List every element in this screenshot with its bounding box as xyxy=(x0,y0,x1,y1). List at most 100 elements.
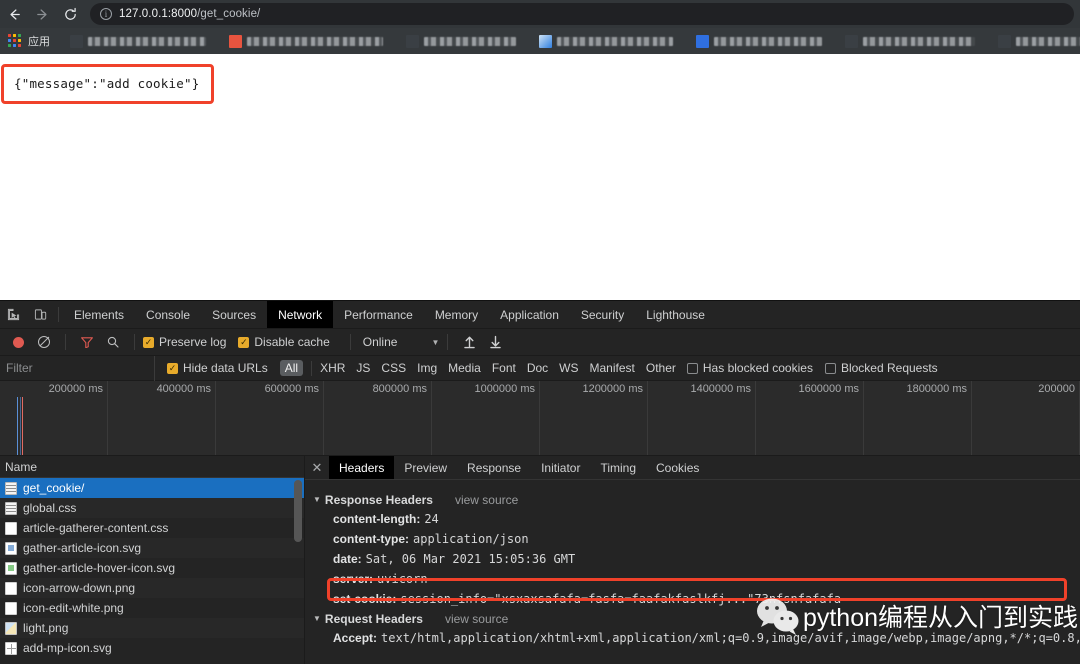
record-button-icon[interactable] xyxy=(5,329,31,355)
column-header-name: Name xyxy=(5,459,38,474)
header-value: text/html,application/xhtml+xml,applicat… xyxy=(381,631,1080,645)
page-info-icon[interactable]: i xyxy=(100,8,112,20)
table-row[interactable]: light.png xyxy=(0,618,304,638)
response-headers-section[interactable]: ▼ Response Headers view source xyxy=(305,490,1080,509)
timeline-tick-label: 1200000 ms xyxy=(582,383,643,395)
header-value: 24 xyxy=(424,512,439,526)
export-har-icon[interactable] xyxy=(482,329,508,355)
bookmark-item[interactable] xyxy=(539,28,676,54)
header-value: uvicorn xyxy=(377,572,428,586)
back-arrow-icon[interactable] xyxy=(0,0,28,28)
bookmark-item[interactable] xyxy=(998,28,1080,54)
throttling-value: Online xyxy=(362,335,398,349)
view-source-link[interactable]: view source xyxy=(445,612,508,626)
bookmark-item[interactable] xyxy=(696,28,825,54)
divider xyxy=(58,307,59,322)
tab-response[interactable]: Response xyxy=(457,456,531,479)
timeline-tick: 800000 ms xyxy=(324,381,432,455)
type-filter-manifest[interactable]: Manifest xyxy=(590,361,635,375)
type-filter-all[interactable]: All xyxy=(279,360,304,376)
request-headers-section[interactable]: ▼ Request Headers view source xyxy=(305,609,1080,628)
type-filter-ws[interactable]: WS xyxy=(559,361,578,375)
tab-application[interactable]: Application xyxy=(489,301,570,328)
close-icon[interactable]: ✕ xyxy=(305,456,329,479)
network-timeline-overview[interactable]: 200000 ms 400000 ms 600000 ms 800000 ms … xyxy=(0,381,1080,456)
tab-network[interactable]: Network xyxy=(267,301,334,328)
filter-options: ✓ Hide data URLs All XHR JS CSS Img Medi… xyxy=(155,360,950,376)
device-toolbar-icon[interactable] xyxy=(27,301,54,328)
dom-content-loaded-marker-2 xyxy=(20,397,21,455)
table-row[interactable]: add-mp-icon.svg xyxy=(0,638,304,658)
svg-file-icon xyxy=(5,641,17,655)
forward-arrow-icon[interactable] xyxy=(28,0,56,28)
request-list-header[interactable]: Name xyxy=(0,456,304,478)
tab-console[interactable]: Console xyxy=(135,301,201,328)
bookmark-apps[interactable]: 应用 xyxy=(5,28,50,54)
disable-cache-checkbox[interactable]: ✓ Disable cache xyxy=(238,335,330,349)
type-filter-font[interactable]: Font xyxy=(492,361,516,375)
timeline-tick-label: 200000 ms xyxy=(48,383,103,395)
timeline-tick: 200000 xyxy=(972,381,1080,455)
clear-icon[interactable] xyxy=(31,329,57,355)
type-filter-css[interactable]: CSS xyxy=(381,361,406,375)
apps-grid-icon xyxy=(8,34,22,48)
has-blocked-cookies-label: Has blocked cookies xyxy=(702,361,813,375)
type-filter-doc[interactable]: Doc xyxy=(527,361,548,375)
has-blocked-cookies-checkbox[interactable]: Has blocked cookies xyxy=(686,361,813,375)
request-list: Name get_cookie/ global.css article-gath… xyxy=(0,456,305,664)
type-filter-js[interactable]: JS xyxy=(356,361,370,375)
checkbox-checked-icon: ✓ xyxy=(238,336,250,348)
type-filter-img[interactable]: Img xyxy=(417,361,437,375)
request-headers-title: Request Headers xyxy=(324,611,423,626)
tab-preview[interactable]: Preview xyxy=(394,456,457,479)
table-row[interactable]: get_cookie/ xyxy=(0,478,304,498)
bookmark-label-redacted xyxy=(557,36,673,46)
preserve-log-checkbox[interactable]: ✓ Preserve log xyxy=(143,335,226,349)
tab-headers[interactable]: Headers xyxy=(329,456,395,479)
timeline-tick: 1000000 ms xyxy=(432,381,540,455)
address-bar[interactable]: i 127.0.0.1:8000/get_cookie/ xyxy=(90,3,1074,25)
browser-toolbar: i 127.0.0.1:8000/get_cookie/ xyxy=(0,0,1080,28)
view-source-link[interactable]: view source xyxy=(455,493,518,507)
hide-data-urls-checkbox[interactable]: ✓ Hide data URLs xyxy=(167,361,268,375)
table-row[interactable]: global.css xyxy=(0,498,304,518)
bookmark-item[interactable] xyxy=(845,28,978,54)
reload-icon[interactable] xyxy=(56,0,84,28)
stylesheet-file-icon xyxy=(5,521,17,535)
type-filter-other[interactable]: Other xyxy=(646,361,676,375)
type-filter-xhr[interactable]: XHR xyxy=(320,361,345,375)
divider xyxy=(447,334,449,350)
bookmark-item[interactable] xyxy=(70,28,209,54)
table-row[interactable]: article-gatherer-content.css xyxy=(0,518,304,538)
tab-sources[interactable]: Sources xyxy=(201,301,267,328)
bookmark-item[interactable] xyxy=(406,28,519,54)
tab-lighthouse[interactable]: Lighthouse xyxy=(635,301,716,328)
table-row[interactable]: gather-article-icon.svg xyxy=(0,538,304,558)
import-har-icon[interactable] xyxy=(456,329,482,355)
throttling-select[interactable]: Online ▼ xyxy=(363,335,440,349)
request-name: get_cookie/ xyxy=(23,481,85,495)
table-row[interactable]: icon-arrow-down.png xyxy=(0,578,304,598)
tab-elements[interactable]: Elements xyxy=(63,301,135,328)
checkbox-unchecked-icon xyxy=(686,362,698,374)
bookmark-item[interactable] xyxy=(229,28,386,54)
type-filter-media[interactable]: Media xyxy=(448,361,481,375)
filter-input[interactable]: Filter xyxy=(0,355,155,381)
tab-cookies[interactable]: Cookies xyxy=(646,456,709,479)
filter-funnel-icon[interactable] xyxy=(74,329,100,355)
table-row[interactable]: icon-edit-white.png xyxy=(0,598,304,618)
headers-body: ▼ Response Headers view source content-l… xyxy=(305,480,1080,648)
tab-security[interactable]: Security xyxy=(570,301,635,328)
tab-timing[interactable]: Timing xyxy=(590,456,646,479)
tab-performance[interactable]: Performance xyxy=(333,301,424,328)
request-list-scrollbar[interactable] xyxy=(294,480,302,542)
table-row[interactable]: gather-article-hover-icon.svg xyxy=(0,558,304,578)
search-icon[interactable] xyxy=(100,329,126,355)
request-name: icon-arrow-down.png xyxy=(23,581,136,595)
inspect-element-icon[interactable] xyxy=(0,301,27,328)
svg-file-icon xyxy=(5,561,17,575)
tab-initiator[interactable]: Initiator xyxy=(531,456,590,479)
blocked-requests-checkbox[interactable]: Blocked Requests xyxy=(824,361,938,375)
response-body-text: {"message":"add cookie"} xyxy=(1,64,215,104)
tab-memory[interactable]: Memory xyxy=(424,301,489,328)
